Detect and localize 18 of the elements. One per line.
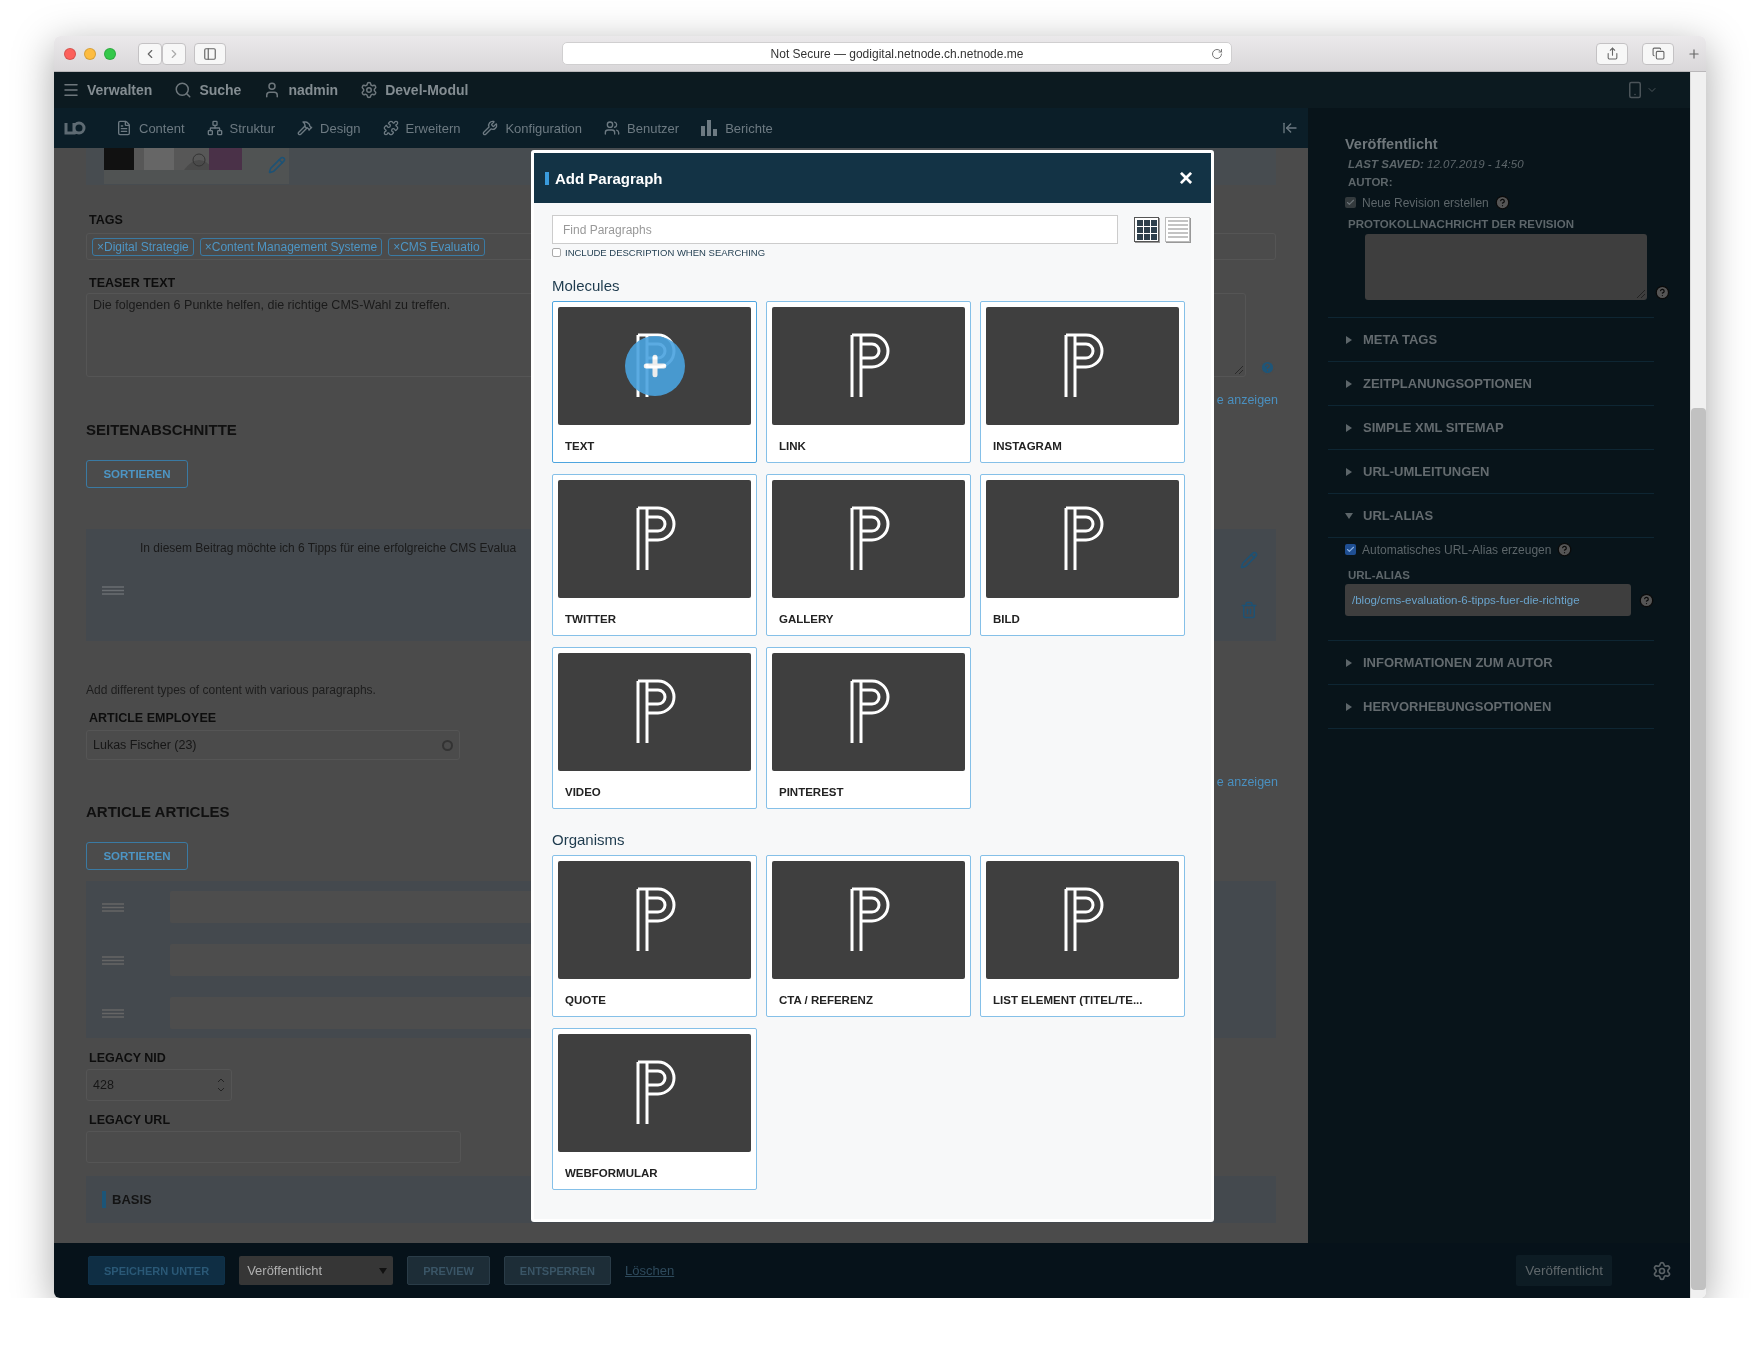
- field-label: LEGACY URL: [88, 1113, 171, 1127]
- field-label: TEASER TEXT: [88, 276, 176, 290]
- field-label: LEGACY NID: [88, 1051, 166, 1065]
- panel-title: BASIS: [112, 1192, 152, 1207]
- section-heading: ARTICLE ARTICLES: [86, 803, 231, 820]
- checkbox-label: Automatisches URL-Alias erzeugen: [1362, 542, 1552, 557]
- author-label: AUTOR:: [1347, 176, 1394, 188]
- status-heading: Veröffentlicht: [1344, 136, 1439, 152]
- group-heading: Molecules: [552, 277, 621, 294]
- section-heading: SEITENABSCHNITTE: [86, 421, 238, 438]
- field-label: URL-ALIAS: [1347, 569, 1411, 581]
- group-heading: Organisms: [552, 831, 626, 848]
- field-label: TAGS: [88, 213, 123, 227]
- field-label: PROTOKOLLNACHRICHT DER REVISION: [1347, 218, 1575, 230]
- dialog-title: Add Paragraph: [555, 169, 663, 187]
- last-saved-text: LAST SAVED: 12.07.2019 - 14:50: [1347, 158, 1525, 170]
- checkbox-label: Neue Revision erstellen: [1362, 195, 1489, 210]
- field-label: ARTICLE EMPLOYEE: [88, 711, 217, 725]
